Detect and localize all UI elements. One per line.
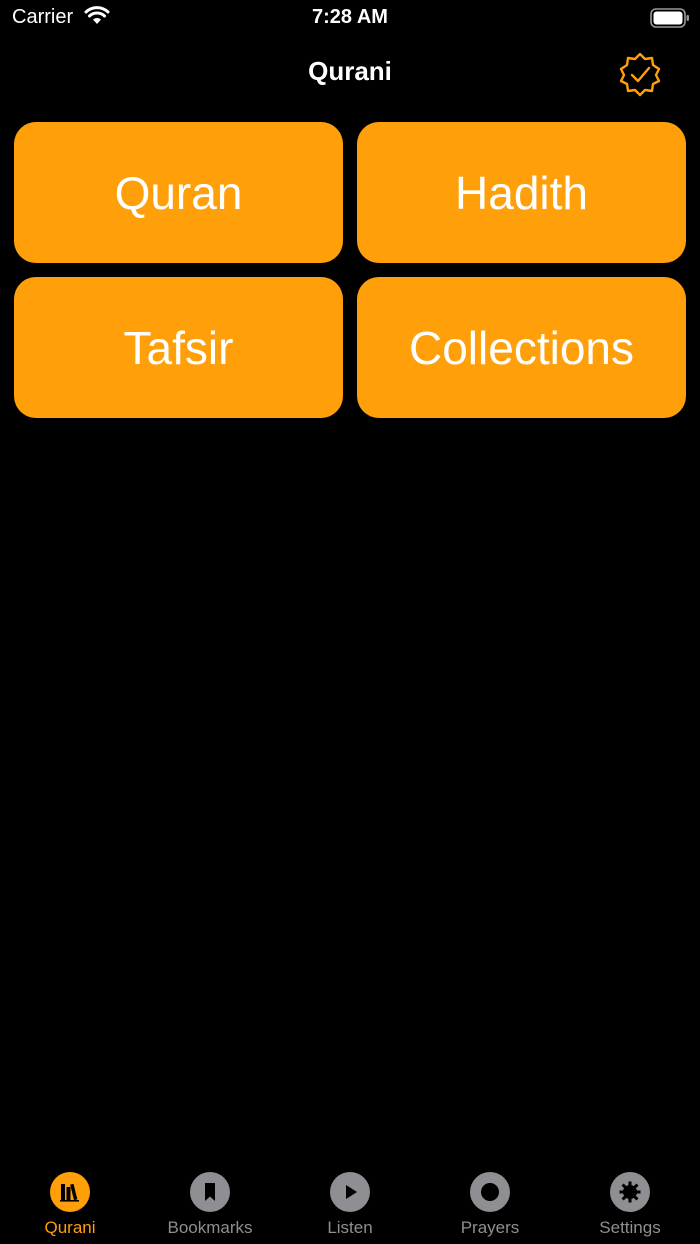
tab-label: Listen (327, 1218, 373, 1237)
tab-label: Settings (599, 1218, 661, 1237)
tab-qurani[interactable]: Qurani (0, 1164, 140, 1244)
tafsir-tile[interactable]: Tafsir (14, 277, 343, 418)
battery-full-icon (650, 8, 689, 28)
collections-tile[interactable]: Collections (357, 277, 686, 418)
menu-grid: Quran Hadith Tafsir Collections (14, 122, 686, 418)
tab-prayers[interactable]: Prayers (420, 1164, 560, 1244)
tab-label: Qurani (44, 1218, 96, 1237)
clock-icon (481, 1183, 499, 1201)
gear-icon (619, 1181, 641, 1203)
tab-settings[interactable]: Settings (560, 1164, 700, 1244)
verified-button[interactable] (616, 50, 664, 98)
tab-bar: Qurani Bookmarks Listen Prayers Settings (0, 1164, 700, 1244)
tab-listen[interactable]: Listen (280, 1164, 420, 1244)
navigation-bar: Qurani (0, 44, 700, 100)
status-bar: Carrier 7:28 AM (0, 0, 700, 36)
books-icon (60, 1183, 79, 1202)
tab-bookmarks[interactable]: Bookmarks (140, 1164, 280, 1244)
hadith-tile[interactable]: Hadith (357, 122, 686, 263)
bookmark-icon (205, 1183, 215, 1201)
play-icon (346, 1185, 357, 1199)
page-title: Qurani (308, 56, 392, 86)
tab-label: Prayers (460, 1218, 520, 1237)
status-time: 7:28 AM (312, 6, 388, 28)
quran-tile[interactable]: Quran (14, 122, 343, 263)
verified-badge-icon (619, 52, 661, 97)
tab-label: Bookmarks (167, 1218, 253, 1237)
